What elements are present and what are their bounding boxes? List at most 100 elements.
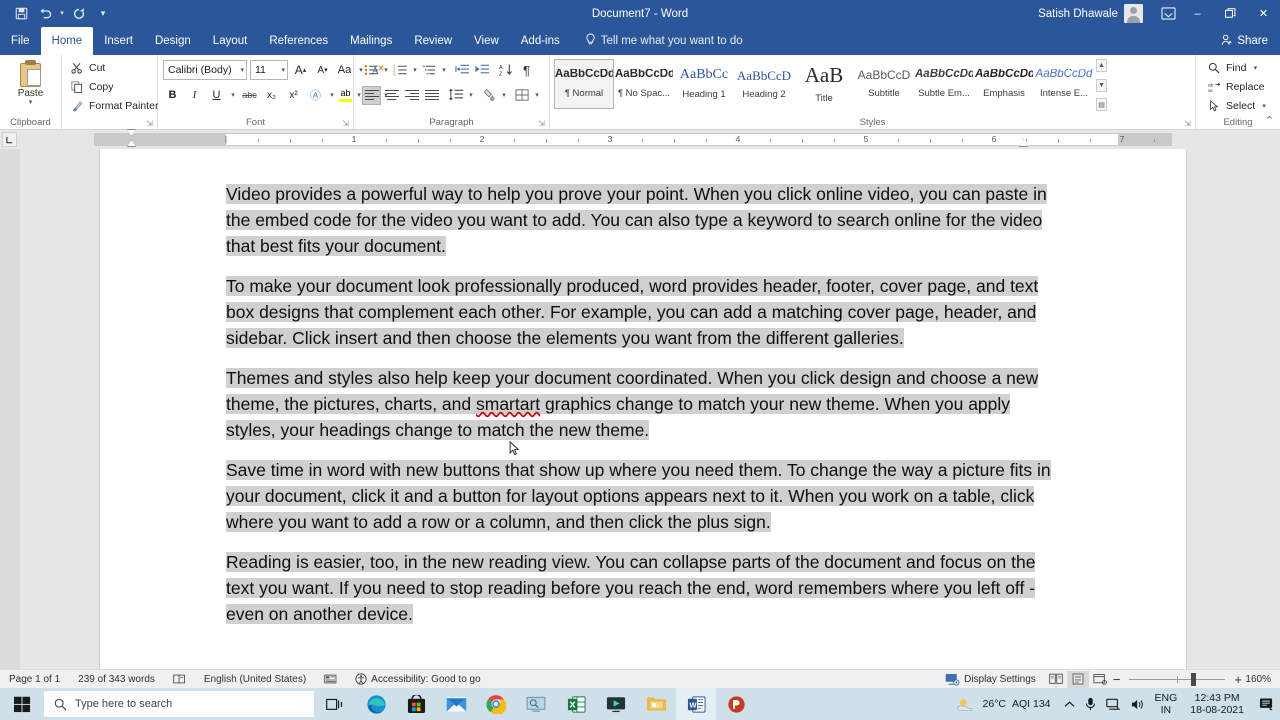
macro-recording-icon[interactable] xyxy=(315,673,346,685)
align-left-button[interactable] xyxy=(362,85,381,105)
language-indicator[interactable]: ENG IN xyxy=(1150,692,1183,716)
styles-more-icon[interactable]: ▤ xyxy=(1096,98,1107,111)
paragraph-1[interactable]: Video provides a powerful way to help yo… xyxy=(226,181,1060,259)
shading-dropdown-icon[interactable]: ▾ xyxy=(500,91,508,99)
cut-button[interactable]: Cut xyxy=(67,59,161,77)
style-subtle-emphasis[interactable]: AaBbCcDd Subtle Em... xyxy=(914,59,974,109)
font-name-combo[interactable]: Calibri (Body) ▾ xyxy=(163,60,247,80)
numbering-button[interactable]: 123 xyxy=(391,61,410,80)
style-heading-2[interactable]: AaBbCcD Heading 2 xyxy=(734,59,794,109)
zoom-in-button[interactable]: + xyxy=(1232,672,1244,687)
select-button[interactable]: Select ▾ xyxy=(1204,97,1271,115)
find-dropdown-icon[interactable]: ▾ xyxy=(1251,64,1259,72)
taskbar-search-input[interactable]: Type here to search xyxy=(44,691,314,717)
paragraph-2[interactable]: To make your document look professionall… xyxy=(226,273,1060,351)
clipboard-dialog-launcher[interactable]: ⇲ xyxy=(146,119,153,128)
weather-widget[interactable]: 26°C AQI 134 xyxy=(949,697,1059,712)
network-icon[interactable] xyxy=(1101,698,1126,711)
tab-layout[interactable]: Layout xyxy=(202,27,259,55)
clock[interactable]: 12:43 PM 18-08-2021 xyxy=(1182,692,1252,716)
shading-button[interactable] xyxy=(480,86,499,105)
tab-home[interactable]: Home xyxy=(40,27,94,55)
zoom-level-label[interactable]: 160% xyxy=(1244,674,1280,685)
bullets-dropdown-icon[interactable]: ▾ xyxy=(382,66,390,74)
style-intense-emphasis[interactable]: AaBbCcDd Intense E... xyxy=(1034,59,1094,109)
decrease-indent-button[interactable] xyxy=(453,61,472,80)
font-dialog-launcher[interactable]: ⇲ xyxy=(342,119,349,128)
find-button[interactable]: Find ▾ xyxy=(1204,59,1271,77)
print-layout-view-button[interactable] xyxy=(1066,670,1089,688)
underline-button[interactable]: U xyxy=(207,86,226,105)
tab-mailings[interactable]: Mailings xyxy=(339,27,403,55)
style-heading-1[interactable]: AaBbCc Heading 1 xyxy=(674,59,734,109)
page-number-status[interactable]: Page 1 of 1 xyxy=(0,674,69,685)
tab-addins[interactable]: Add-ins xyxy=(510,27,571,55)
proofing-errors-icon[interactable] xyxy=(164,673,195,685)
start-button[interactable] xyxy=(0,688,44,720)
style-title[interactable]: AaB Title xyxy=(794,59,854,109)
undo-dropdown-icon[interactable]: ▾ xyxy=(58,3,66,25)
bullets-button[interactable] xyxy=(362,61,381,80)
minimize-button[interactable]: – xyxy=(1181,0,1214,27)
paste-button[interactable]: Paste ▾ xyxy=(5,58,56,106)
select-dropdown-icon[interactable]: ▾ xyxy=(1260,102,1268,110)
maximize-restore-button[interactable] xyxy=(1214,0,1247,27)
customize-quick-access-icon[interactable]: ▾ xyxy=(92,3,114,25)
word-count-status[interactable]: 239 of 343 words xyxy=(69,674,164,685)
page-content[interactable]: Video provides a powerful way to help yo… xyxy=(100,149,1186,627)
media-player-icon[interactable] xyxy=(596,688,636,720)
grow-font-button[interactable]: A ▴ xyxy=(291,61,310,80)
avatar[interactable] xyxy=(1124,4,1143,23)
microsoft-excel-icon[interactable] xyxy=(556,688,596,720)
numbering-dropdown-icon[interactable]: ▾ xyxy=(411,66,419,74)
subscript-button[interactable]: x₂ xyxy=(262,86,281,105)
zoom-out-button[interactable]: − xyxy=(1111,672,1123,687)
ribbon-display-options-icon[interactable] xyxy=(1155,7,1181,20)
borders-dropdown-icon[interactable]: ▾ xyxy=(533,91,541,99)
microsoft-edge-icon[interactable] xyxy=(356,688,396,720)
tell-me-search[interactable]: Tell me what you want to do xyxy=(585,27,743,55)
task-view-button[interactable] xyxy=(314,688,356,720)
style-emphasis[interactable]: AaBbCcDd Emphasis xyxy=(974,59,1034,109)
change-case-button[interactable]: Aa xyxy=(335,61,354,80)
tab-review[interactable]: Review xyxy=(403,27,463,55)
bold-button[interactable]: B xyxy=(163,86,182,105)
close-button[interactable]: ✕ xyxy=(1247,0,1280,27)
paragraph-3[interactable]: Themes and styles also help keep your do… xyxy=(226,365,1060,443)
tab-stop-selector[interactable] xyxy=(2,132,17,147)
paste-dropdown-icon[interactable]: ▾ xyxy=(29,98,33,106)
replace-button[interactable]: ab ac Replace xyxy=(1204,78,1271,96)
remote-desktop-icon[interactable] xyxy=(516,688,556,720)
read-mode-view-button[interactable] xyxy=(1045,671,1067,688)
accessibility-status[interactable]: Accessibility: Good to go xyxy=(346,673,490,685)
styles-dialog-launcher[interactable]: ⇲ xyxy=(1184,119,1191,128)
google-chrome-icon[interactable] xyxy=(476,688,516,720)
text-highlight-color-button[interactable]: ab xyxy=(339,86,352,105)
text-effects-button[interactable]: Ⓐ xyxy=(306,86,325,105)
shrink-font-button[interactable]: A ▾ xyxy=(313,61,332,80)
zoom-slider[interactable] xyxy=(1129,672,1226,686)
borders-button[interactable] xyxy=(513,86,532,105)
format-painter-button[interactable]: Format Painter xyxy=(67,97,161,115)
zoom-slider-thumb[interactable] xyxy=(1191,672,1197,686)
font-size-combo[interactable]: 11 ▾ xyxy=(250,60,288,80)
align-center-button[interactable] xyxy=(382,86,401,105)
collapse-ribbon-icon[interactable]: ⌃ xyxy=(1265,114,1274,127)
tab-insert[interactable]: Insert xyxy=(93,27,144,55)
paragraph-5[interactable]: Reading is easier, too, in the new readi… xyxy=(226,549,1060,627)
paragraph-dialog-launcher[interactable]: ⇲ xyxy=(538,119,545,128)
notification-center-icon[interactable] xyxy=(1252,697,1280,711)
show-hidden-icons-button[interactable] xyxy=(1059,700,1080,709)
horizontal-ruler[interactable]: | 1 2 3 4 5 6 7 xyxy=(94,133,1172,146)
tab-references[interactable]: References xyxy=(258,27,339,55)
microphone-icon[interactable] xyxy=(1080,697,1101,711)
document-page[interactable]: Video provides a powerful way to help yo… xyxy=(100,149,1186,669)
redo-icon[interactable] xyxy=(68,3,90,25)
style-no-spacing[interactable]: AaBbCcDd ¶ No Spac... xyxy=(614,59,674,109)
line-spacing-button[interactable] xyxy=(447,86,466,105)
share-button[interactable]: Share xyxy=(1221,27,1268,55)
show-formatting-marks-button[interactable]: ¶ xyxy=(517,61,536,80)
tab-design[interactable]: Design xyxy=(144,27,202,55)
tab-view[interactable]: View xyxy=(463,27,510,55)
microsoft-powerpoint-icon[interactable] xyxy=(716,688,756,720)
